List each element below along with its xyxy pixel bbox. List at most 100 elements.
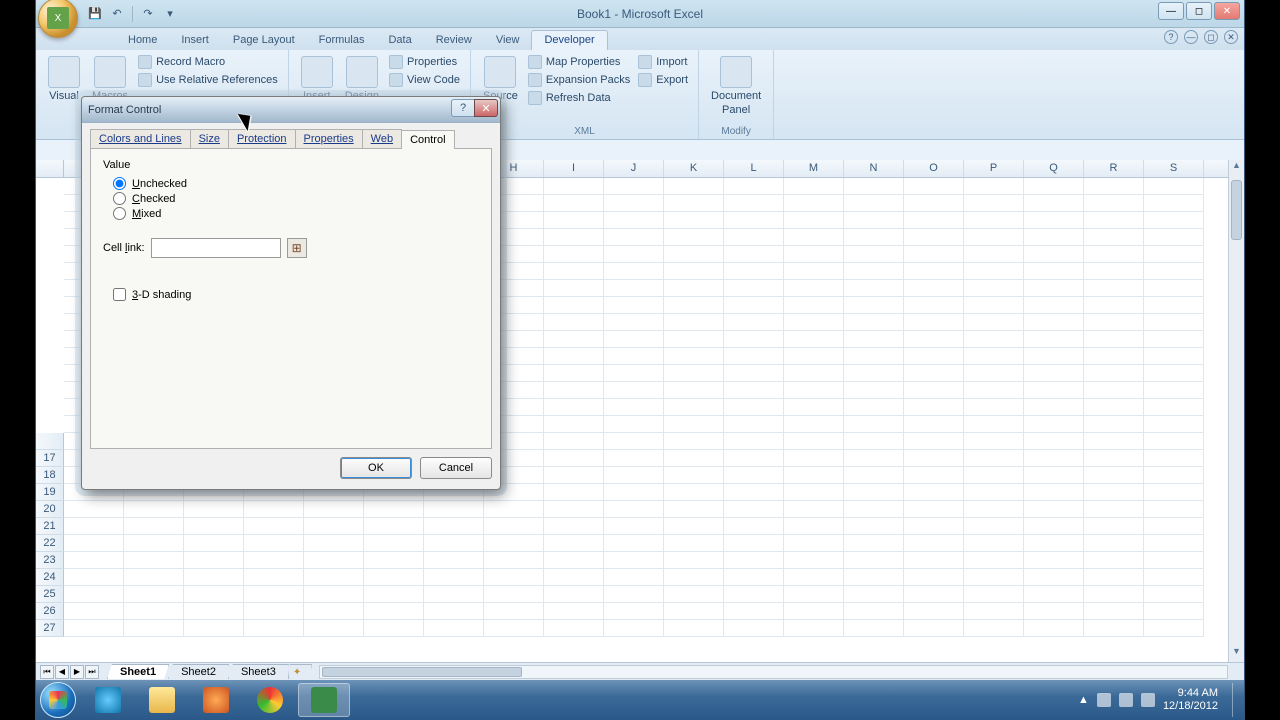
cell[interactable] bbox=[1084, 280, 1144, 297]
cell[interactable] bbox=[904, 518, 964, 535]
cell[interactable] bbox=[964, 365, 1024, 382]
cell[interactable] bbox=[1144, 450, 1204, 467]
cell[interactable] bbox=[1084, 382, 1144, 399]
cell[interactable] bbox=[784, 348, 844, 365]
cell[interactable] bbox=[664, 246, 724, 263]
cell[interactable] bbox=[484, 620, 544, 637]
tab-developer[interactable]: Developer bbox=[531, 30, 607, 50]
cell[interactable] bbox=[904, 501, 964, 518]
cell[interactable] bbox=[844, 280, 904, 297]
cell[interactable] bbox=[844, 212, 904, 229]
cell[interactable] bbox=[604, 280, 664, 297]
cell[interactable] bbox=[544, 552, 604, 569]
cell[interactable] bbox=[844, 586, 904, 603]
cell[interactable] bbox=[664, 382, 724, 399]
cell[interactable] bbox=[964, 178, 1024, 195]
cell[interactable] bbox=[1144, 365, 1204, 382]
cell[interactable] bbox=[904, 620, 964, 637]
cell[interactable] bbox=[1144, 263, 1204, 280]
cell[interactable] bbox=[724, 212, 784, 229]
cell[interactable] bbox=[1084, 603, 1144, 620]
cell[interactable] bbox=[904, 450, 964, 467]
cell[interactable] bbox=[964, 603, 1024, 620]
cell[interactable] bbox=[124, 501, 184, 518]
horizontal-scrollbar[interactable] bbox=[319, 665, 1228, 679]
tab-size[interactable]: Size bbox=[190, 129, 229, 148]
cell[interactable] bbox=[604, 263, 664, 280]
cell[interactable] bbox=[844, 467, 904, 484]
cell[interactable] bbox=[844, 178, 904, 195]
cell[interactable] bbox=[64, 518, 124, 535]
cell[interactable] bbox=[604, 552, 664, 569]
cell[interactable] bbox=[904, 552, 964, 569]
cell[interactable] bbox=[904, 314, 964, 331]
cell[interactable] bbox=[1084, 331, 1144, 348]
cell[interactable] bbox=[364, 552, 424, 569]
cell[interactable] bbox=[604, 399, 664, 416]
cell[interactable] bbox=[604, 501, 664, 518]
select-all-corner[interactable] bbox=[36, 160, 64, 177]
cell[interactable] bbox=[544, 212, 604, 229]
cell[interactable] bbox=[1024, 552, 1084, 569]
cell[interactable] bbox=[364, 586, 424, 603]
taskbar-explorer[interactable] bbox=[136, 683, 188, 717]
cell[interactable] bbox=[844, 331, 904, 348]
col-header[interactable]: R bbox=[1084, 160, 1144, 177]
tray-network-icon[interactable] bbox=[1119, 693, 1133, 707]
cell[interactable] bbox=[604, 535, 664, 552]
qat-customize-icon[interactable]: ▾ bbox=[161, 5, 179, 23]
cell[interactable] bbox=[1084, 348, 1144, 365]
cell[interactable] bbox=[544, 484, 604, 501]
cell[interactable] bbox=[604, 297, 664, 314]
cell[interactable] bbox=[664, 314, 724, 331]
undo-icon[interactable]: ↶ bbox=[108, 5, 126, 23]
cell[interactable] bbox=[784, 467, 844, 484]
refresh-data-button[interactable]: Refresh Data bbox=[526, 90, 632, 106]
taskbar-ie[interactable] bbox=[82, 683, 134, 717]
cell[interactable] bbox=[724, 603, 784, 620]
tab-review[interactable]: Review bbox=[424, 31, 484, 50]
cell[interactable] bbox=[1024, 501, 1084, 518]
cell[interactable] bbox=[544, 195, 604, 212]
range-picker-button[interactable] bbox=[287, 238, 307, 258]
cell[interactable] bbox=[964, 484, 1024, 501]
cell[interactable] bbox=[1024, 348, 1084, 365]
cell[interactable] bbox=[1084, 229, 1144, 246]
cell[interactable] bbox=[724, 433, 784, 450]
cell[interactable] bbox=[64, 586, 124, 603]
3d-shading-checkbox[interactable]: 3-D shading bbox=[113, 288, 479, 301]
cell[interactable] bbox=[1144, 586, 1204, 603]
cell[interactable] bbox=[244, 569, 304, 586]
cell[interactable] bbox=[124, 569, 184, 586]
cell[interactable] bbox=[964, 518, 1024, 535]
cell[interactable] bbox=[904, 535, 964, 552]
cell[interactable] bbox=[844, 314, 904, 331]
cell[interactable] bbox=[724, 178, 784, 195]
cell[interactable] bbox=[1144, 603, 1204, 620]
cell[interactable] bbox=[1144, 297, 1204, 314]
cell[interactable] bbox=[124, 518, 184, 535]
cell[interactable] bbox=[964, 263, 1024, 280]
cell[interactable] bbox=[844, 229, 904, 246]
help-icon[interactable]: ? bbox=[1164, 30, 1178, 44]
cell[interactable] bbox=[724, 297, 784, 314]
row-header[interactable]: 19 bbox=[36, 484, 64, 501]
tab-formulas[interactable]: Formulas bbox=[307, 31, 377, 50]
cell[interactable] bbox=[784, 365, 844, 382]
tab-protection[interactable]: Protection bbox=[228, 129, 296, 148]
cell[interactable] bbox=[1084, 518, 1144, 535]
cell[interactable] bbox=[664, 263, 724, 280]
cell[interactable] bbox=[604, 365, 664, 382]
row-header[interactable]: 22 bbox=[36, 535, 64, 552]
cell[interactable] bbox=[964, 467, 1024, 484]
row-header[interactable] bbox=[36, 433, 64, 450]
cell[interactable] bbox=[1084, 552, 1144, 569]
cell[interactable] bbox=[844, 195, 904, 212]
taskbar-media-player[interactable] bbox=[190, 683, 242, 717]
expansion-packs-button[interactable]: Expansion Packs bbox=[526, 72, 632, 88]
restore-down-icon[interactable]: ◻ bbox=[1204, 30, 1218, 44]
first-sheet-button[interactable]: ⏮ bbox=[40, 665, 54, 679]
map-properties-button[interactable]: Map Properties bbox=[526, 54, 632, 70]
col-header[interactable]: L bbox=[724, 160, 784, 177]
row-header[interactable]: 26 bbox=[36, 603, 64, 620]
